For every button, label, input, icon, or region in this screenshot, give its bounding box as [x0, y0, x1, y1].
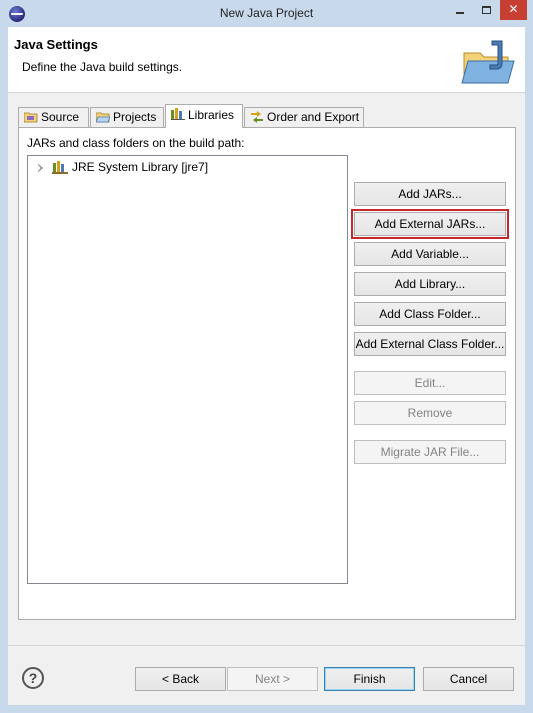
title-bar[interactable]: New Java Project ✕	[0, 0, 533, 27]
maximize-button[interactable]	[473, 0, 499, 20]
add-class-folder-button[interactable]: Add Class Folder...	[354, 302, 506, 326]
add-jars-button[interactable]: Add JARs...	[354, 182, 506, 206]
add-external-jars-button[interactable]: Add External JARs...	[351, 209, 509, 239]
page-description: Define the Java build settings.	[22, 60, 183, 74]
edit-button[interactable]: Edit...	[354, 371, 506, 395]
tab-label: Order and Export	[267, 110, 360, 124]
libraries-icon	[171, 108, 185, 120]
tab-libraries[interactable]: Libraries	[165, 104, 243, 128]
tab-projects[interactable]: Projects	[90, 107, 164, 127]
tab-source[interactable]: Source	[18, 107, 89, 127]
wizard-footer: ? < Back Next > Finish Cancel	[8, 645, 525, 705]
minimize-button[interactable]	[447, 0, 473, 20]
add-external-class-folder-button[interactable]: Add External Class Folder...	[354, 332, 506, 356]
java-project-wizard-icon	[461, 40, 515, 84]
minimize-icon	[456, 12, 464, 14]
close-icon: ✕	[508, 2, 519, 16]
tab-order-and-export[interactable]: Order and Export	[244, 107, 364, 127]
cancel-button[interactable]: Cancel	[423, 667, 514, 691]
new-java-project-window: New Java Project ✕ Java Settings Define …	[0, 0, 533, 713]
finish-button[interactable]: Finish	[324, 667, 415, 691]
dialog-client-area: Java Settings Define the Java build sett…	[8, 27, 525, 705]
projects-icon	[96, 112, 110, 123]
help-icon[interactable]: ?	[22, 667, 44, 689]
expand-arrow-icon[interactable]	[38, 164, 43, 172]
migrate-jar-file-button[interactable]: Migrate JAR File...	[354, 440, 506, 464]
order-export-icon	[251, 111, 263, 123]
tab-label: Libraries	[188, 108, 235, 122]
build-path-label: JARs and class folders on the build path…	[27, 136, 245, 150]
tree-item-label: JRE System Library [jre7]	[72, 160, 209, 174]
library-icon	[52, 161, 68, 174]
tab-label: Source	[41, 110, 80, 124]
tab-label: Projects	[113, 110, 157, 124]
add-variable-button[interactable]: Add Variable...	[354, 242, 506, 266]
remove-button[interactable]: Remove	[354, 401, 506, 425]
back-button[interactable]: < Back	[135, 667, 226, 691]
page-title: Java Settings	[14, 37, 98, 52]
next-button[interactable]: Next >	[227, 667, 318, 691]
build-path-tree[interactable]: JRE System Library [jre7]	[27, 155, 348, 584]
build-path-tabs: Source Projects Libraries Order and Expo…	[18, 104, 518, 128]
wizard-banner: Java Settings Define the Java build sett…	[8, 27, 525, 93]
maximize-icon	[481, 6, 491, 14]
source-folder-icon	[24, 112, 38, 123]
libraries-panel: JARs and class folders on the build path…	[18, 127, 516, 620]
close-button[interactable]: ✕	[500, 0, 527, 20]
add-library-button[interactable]: Add Library...	[354, 272, 506, 296]
